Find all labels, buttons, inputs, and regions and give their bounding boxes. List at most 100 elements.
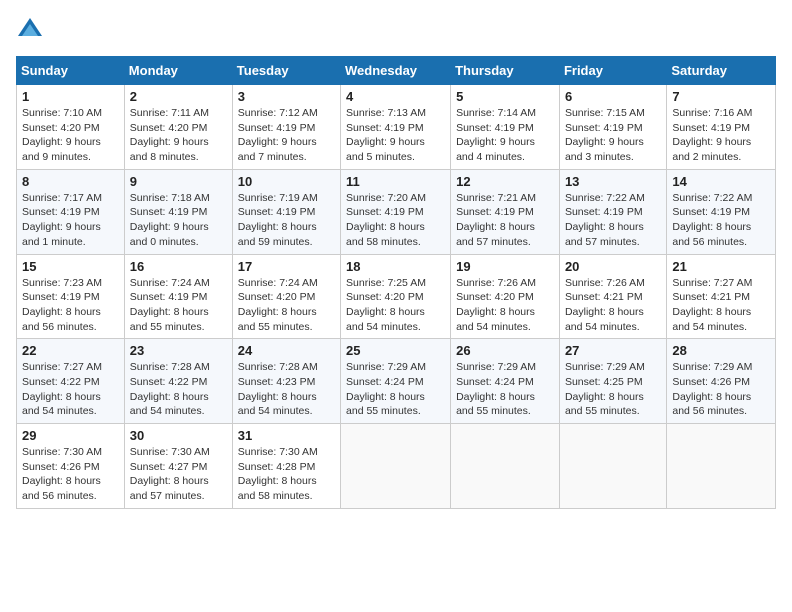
cell-text: Sunrise: 7:29 AMSunset: 4:25 PMDaylight:…	[565, 361, 645, 417]
cell-text: Sunrise: 7:28 AMSunset: 4:23 PMDaylight:…	[238, 361, 318, 417]
calendar-cell: 14 Sunrise: 7:22 AMSunset: 4:19 PMDaylig…	[667, 169, 776, 254]
cell-text: Sunrise: 7:30 AMSunset: 4:27 PMDaylight:…	[130, 446, 210, 502]
calendar-cell: 30 Sunrise: 7:30 AMSunset: 4:27 PMDaylig…	[124, 424, 232, 509]
day-number: 1	[22, 89, 119, 104]
calendar-cell: 2 Sunrise: 7:11 AMSunset: 4:20 PMDayligh…	[124, 85, 232, 170]
calendar-cell: 8 Sunrise: 7:17 AMSunset: 4:19 PMDayligh…	[17, 169, 125, 254]
weekday-header-tuesday: Tuesday	[232, 57, 340, 85]
day-number: 8	[22, 174, 119, 189]
cell-text: Sunrise: 7:29 AMSunset: 4:24 PMDaylight:…	[456, 361, 536, 417]
calendar-cell	[341, 424, 451, 509]
calendar-cell: 9 Sunrise: 7:18 AMSunset: 4:19 PMDayligh…	[124, 169, 232, 254]
day-number: 20	[565, 259, 661, 274]
calendar-cell: 4 Sunrise: 7:13 AMSunset: 4:19 PMDayligh…	[341, 85, 451, 170]
calendar-cell: 21 Sunrise: 7:27 AMSunset: 4:21 PMDaylig…	[667, 254, 776, 339]
day-number: 16	[130, 259, 227, 274]
cell-text: Sunrise: 7:30 AMSunset: 4:26 PMDaylight:…	[22, 446, 102, 502]
logo-icon	[16, 16, 44, 44]
cell-text: Sunrise: 7:26 AMSunset: 4:20 PMDaylight:…	[456, 277, 536, 333]
cell-text: Sunrise: 7:29 AMSunset: 4:24 PMDaylight:…	[346, 361, 426, 417]
cell-text: Sunrise: 7:14 AMSunset: 4:19 PMDaylight:…	[456, 107, 536, 163]
cell-text: Sunrise: 7:21 AMSunset: 4:19 PMDaylight:…	[456, 192, 536, 248]
day-number: 6	[565, 89, 661, 104]
calendar-cell: 29 Sunrise: 7:30 AMSunset: 4:26 PMDaylig…	[17, 424, 125, 509]
calendar-cell: 22 Sunrise: 7:27 AMSunset: 4:22 PMDaylig…	[17, 339, 125, 424]
cell-text: Sunrise: 7:10 AMSunset: 4:20 PMDaylight:…	[22, 107, 102, 163]
cell-text: Sunrise: 7:25 AMSunset: 4:20 PMDaylight:…	[346, 277, 426, 333]
day-number: 5	[456, 89, 554, 104]
cell-text: Sunrise: 7:22 AMSunset: 4:19 PMDaylight:…	[565, 192, 645, 248]
calendar-cell: 20 Sunrise: 7:26 AMSunset: 4:21 PMDaylig…	[559, 254, 666, 339]
cell-text: Sunrise: 7:11 AMSunset: 4:20 PMDaylight:…	[130, 107, 209, 163]
cell-text: Sunrise: 7:26 AMSunset: 4:21 PMDaylight:…	[565, 277, 645, 333]
day-number: 3	[238, 89, 335, 104]
day-number: 10	[238, 174, 335, 189]
cell-text: Sunrise: 7:30 AMSunset: 4:28 PMDaylight:…	[238, 446, 318, 502]
cell-text: Sunrise: 7:23 AMSunset: 4:19 PMDaylight:…	[22, 277, 102, 333]
cell-text: Sunrise: 7:15 AMSunset: 4:19 PMDaylight:…	[565, 107, 645, 163]
calendar-cell: 12 Sunrise: 7:21 AMSunset: 4:19 PMDaylig…	[451, 169, 560, 254]
day-number: 24	[238, 343, 335, 358]
calendar-cell: 7 Sunrise: 7:16 AMSunset: 4:19 PMDayligh…	[667, 85, 776, 170]
cell-text: Sunrise: 7:20 AMSunset: 4:19 PMDaylight:…	[346, 192, 426, 248]
calendar-cell: 18 Sunrise: 7:25 AMSunset: 4:20 PMDaylig…	[341, 254, 451, 339]
day-number: 22	[22, 343, 119, 358]
calendar-cell: 24 Sunrise: 7:28 AMSunset: 4:23 PMDaylig…	[232, 339, 340, 424]
day-number: 17	[238, 259, 335, 274]
day-number: 27	[565, 343, 661, 358]
day-number: 30	[130, 428, 227, 443]
calendar-cell: 27 Sunrise: 7:29 AMSunset: 4:25 PMDaylig…	[559, 339, 666, 424]
day-number: 4	[346, 89, 445, 104]
cell-text: Sunrise: 7:28 AMSunset: 4:22 PMDaylight:…	[130, 361, 210, 417]
cell-text: Sunrise: 7:24 AMSunset: 4:20 PMDaylight:…	[238, 277, 318, 333]
calendar-cell: 28 Sunrise: 7:29 AMSunset: 4:26 PMDaylig…	[667, 339, 776, 424]
cell-text: Sunrise: 7:19 AMSunset: 4:19 PMDaylight:…	[238, 192, 318, 248]
day-number: 7	[672, 89, 770, 104]
logo	[16, 16, 48, 44]
weekday-header-row: SundayMondayTuesdayWednesdayThursdayFrid…	[17, 57, 776, 85]
calendar-cell: 16 Sunrise: 7:24 AMSunset: 4:19 PMDaylig…	[124, 254, 232, 339]
day-number: 23	[130, 343, 227, 358]
cell-text: Sunrise: 7:27 AMSunset: 4:22 PMDaylight:…	[22, 361, 102, 417]
day-number: 15	[22, 259, 119, 274]
weekday-header-monday: Monday	[124, 57, 232, 85]
cell-text: Sunrise: 7:24 AMSunset: 4:19 PMDaylight:…	[130, 277, 210, 333]
day-number: 13	[565, 174, 661, 189]
calendar-cell: 23 Sunrise: 7:28 AMSunset: 4:22 PMDaylig…	[124, 339, 232, 424]
cell-text: Sunrise: 7:12 AMSunset: 4:19 PMDaylight:…	[238, 107, 318, 163]
week-row-1: 1 Sunrise: 7:10 AMSunset: 4:20 PMDayligh…	[17, 85, 776, 170]
week-row-5: 29 Sunrise: 7:30 AMSunset: 4:26 PMDaylig…	[17, 424, 776, 509]
calendar-cell	[559, 424, 666, 509]
day-number: 14	[672, 174, 770, 189]
day-number: 11	[346, 174, 445, 189]
cell-text: Sunrise: 7:22 AMSunset: 4:19 PMDaylight:…	[672, 192, 752, 248]
day-number: 28	[672, 343, 770, 358]
calendar-cell: 26 Sunrise: 7:29 AMSunset: 4:24 PMDaylig…	[451, 339, 560, 424]
cell-text: Sunrise: 7:13 AMSunset: 4:19 PMDaylight:…	[346, 107, 426, 163]
cell-text: Sunrise: 7:29 AMSunset: 4:26 PMDaylight:…	[672, 361, 752, 417]
calendar-cell: 3 Sunrise: 7:12 AMSunset: 4:19 PMDayligh…	[232, 85, 340, 170]
calendar-cell: 13 Sunrise: 7:22 AMSunset: 4:19 PMDaylig…	[559, 169, 666, 254]
header	[16, 16, 776, 44]
weekday-header-wednesday: Wednesday	[341, 57, 451, 85]
weekday-header-saturday: Saturday	[667, 57, 776, 85]
day-number: 12	[456, 174, 554, 189]
week-row-2: 8 Sunrise: 7:17 AMSunset: 4:19 PMDayligh…	[17, 169, 776, 254]
week-row-4: 22 Sunrise: 7:27 AMSunset: 4:22 PMDaylig…	[17, 339, 776, 424]
calendar-table: SundayMondayTuesdayWednesdayThursdayFrid…	[16, 56, 776, 509]
weekday-header-sunday: Sunday	[17, 57, 125, 85]
cell-text: Sunrise: 7:17 AMSunset: 4:19 PMDaylight:…	[22, 192, 102, 248]
calendar-cell: 11 Sunrise: 7:20 AMSunset: 4:19 PMDaylig…	[341, 169, 451, 254]
weekday-header-thursday: Thursday	[451, 57, 560, 85]
weekday-header-friday: Friday	[559, 57, 666, 85]
calendar-cell: 6 Sunrise: 7:15 AMSunset: 4:19 PMDayligh…	[559, 85, 666, 170]
calendar-cell: 19 Sunrise: 7:26 AMSunset: 4:20 PMDaylig…	[451, 254, 560, 339]
cell-text: Sunrise: 7:27 AMSunset: 4:21 PMDaylight:…	[672, 277, 752, 333]
calendar-cell: 31 Sunrise: 7:30 AMSunset: 4:28 PMDaylig…	[232, 424, 340, 509]
week-row-3: 15 Sunrise: 7:23 AMSunset: 4:19 PMDaylig…	[17, 254, 776, 339]
day-number: 2	[130, 89, 227, 104]
cell-text: Sunrise: 7:18 AMSunset: 4:19 PMDaylight:…	[130, 192, 210, 248]
day-number: 9	[130, 174, 227, 189]
calendar-cell	[667, 424, 776, 509]
day-number: 29	[22, 428, 119, 443]
